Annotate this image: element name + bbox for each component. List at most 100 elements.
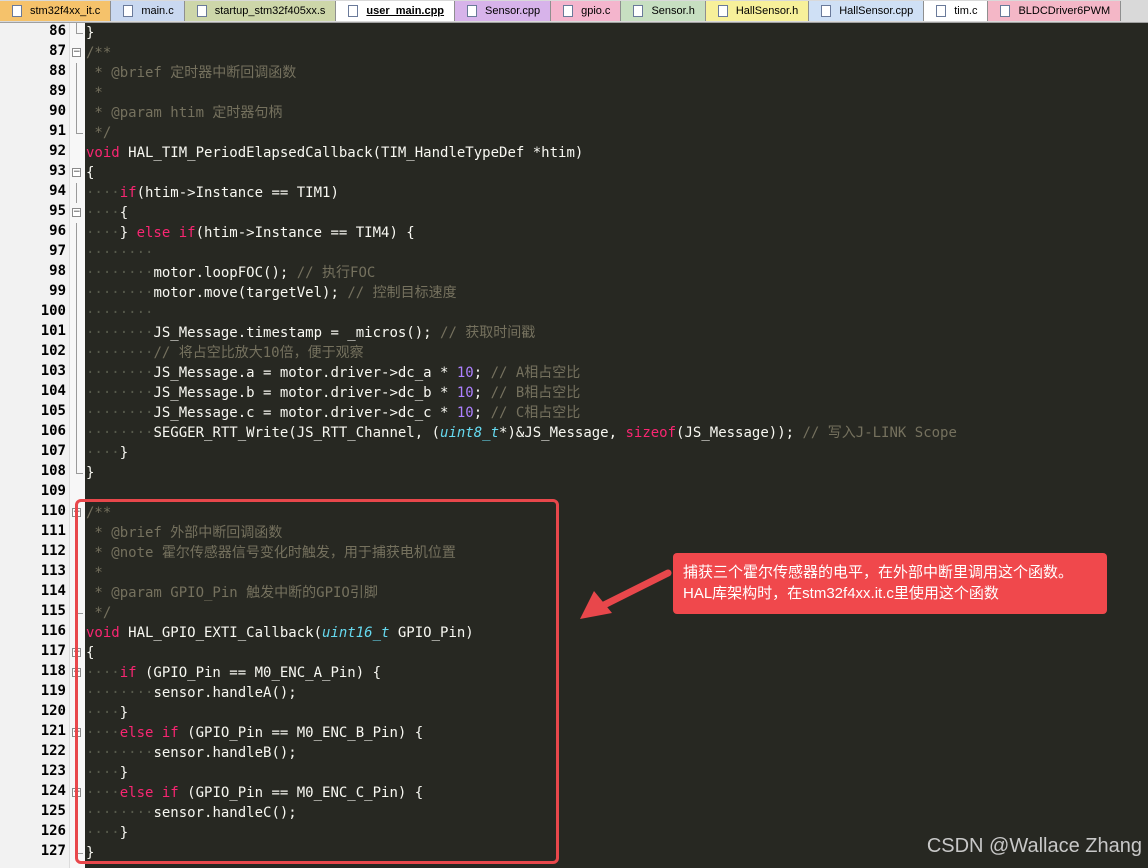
code-token: { [86,165,95,181]
tab-label: stm32f4xx_it.c [30,5,101,17]
code-text: void HAL_TIM_PeriodElapsedCallback(TIM_H… [86,143,583,163]
line-number: 103 [40,363,66,379]
line-number: 105 [40,403,66,419]
line-number: 126 [40,823,66,839]
line-number: 107 [40,443,66,459]
tab-label: HallSensor.cpp [839,5,914,17]
code-token: 10 [456,365,474,381]
fold-toggle-icon[interactable]: − [72,48,81,57]
code-token: ········ [86,405,154,421]
tab-label: tim.c [954,5,978,17]
fold-end-marker [76,23,83,34]
code-text: ········motor.loopFOC(); // 执行FOC [86,263,375,283]
code-token: ········ [86,385,154,401]
tab-user-main-cpp[interactable]: user_main.cpp [336,1,456,21]
code-token: // 控制目标速度 [347,285,457,301]
code-token: SEGGER_RTT_Write(JS_RTT_Channel, ( [153,425,441,441]
annotation-arrow-icon [580,569,672,619]
fold-guide [76,303,77,323]
code-token: * @param htim 定时器句柄 [86,105,283,121]
callout-line-2: HAL库架构时，在stm32f4xx.it.c里使用这个函数 [683,585,999,602]
code-token: 10 [456,405,474,421]
callout-line-1: 捕获三个霍尔传感器的电平，在外部中断里调用这个函数。 [683,564,1074,581]
code-token: ········ [86,425,154,441]
line-number: 104 [40,383,66,399]
tab-sensor-cpp[interactable]: Sensor.cpp [455,1,552,21]
tab-hallsensor-cpp[interactable]: HallSensor.cpp [809,1,925,21]
fold-guide [76,223,77,243]
code-token: ········ [86,345,154,361]
code-token: * @brief 定时器中断回调函数 [86,65,297,81]
code-token: // 执行FOC [296,265,376,281]
code-text: ········JS_Message.c = motor.driver->dc_… [86,403,580,423]
fold-toggle-icon[interactable]: − [72,168,81,177]
line-number: 94 [49,183,66,199]
code-token: ; [473,365,491,381]
code-line: 95− ····{ [0,203,1148,223]
code-text: ····} [86,443,128,463]
code-line: 91 */ [0,123,1148,143]
code-token: ········ [86,365,154,381]
file-icon [12,5,22,17]
code-line: 98 ········motor.loopFOC(); // 执行FOC [0,263,1148,283]
tab-sensor-h[interactable]: Sensor.h [621,1,706,21]
code-token: ········ [86,245,154,261]
code-line: 105 ········JS_Message.c = motor.driver->… [0,403,1148,423]
code-token: ; [473,385,491,401]
file-icon [633,5,644,17]
tab-label: main.c [141,5,174,17]
tab-bldcdriver6pwm[interactable]: BLDCDriver6PWM [988,1,1122,21]
code-text: ········// 将占空比放大10倍，便于观察 [86,343,364,363]
code-token: motor.move(targetVel); [153,285,348,301]
line-number: 119 [40,683,66,699]
line-number: 117 [40,643,66,659]
tab-stm32f4xx-it-c[interactable]: stm32f4xx_it.c [0,1,112,21]
code-token: else if [136,225,196,241]
code-text: ····} else if(htim->Instance == TIM4) { [86,223,415,243]
code-text: { [86,163,94,183]
code-line: 92 void HAL_TIM_PeriodElapsedCallback(TIM… [0,143,1148,163]
code-token: HAL_TIM_PeriodElapsedCallback(TIM_Handle… [119,145,584,161]
code-line: 90 * @param htim 定时器句柄 [0,103,1148,123]
code-text: } [86,463,94,483]
line-number: 112 [40,543,66,559]
line-number: 86 [49,23,66,39]
line-number: 110 [40,503,66,519]
code-text: ········JS_Message.a = motor.driver->dc_… [86,363,580,383]
code-token: * [86,85,103,101]
code-token: } [119,445,129,461]
fold-guide [76,103,77,123]
tab-main-c[interactable]: main.c [111,1,185,21]
tab-tim-c[interactable]: tim.c [924,1,989,21]
code-token: /** [86,45,112,61]
code-token: JS_Message.timestamp = _micros(); [153,325,441,341]
code-line: 107 ····} [0,443,1148,463]
fold-guide [76,83,77,103]
tab-startup-stm32f405xx-s[interactable]: startup_stm32f405xx.s [184,1,337,21]
code-token: // A相占空比 [490,365,581,381]
code-line: 93−{ [0,163,1148,183]
code-text: */ [86,123,111,143]
file-icon [123,5,134,17]
code-line: 108} [0,463,1148,483]
line-number: 92 [49,143,66,159]
line-number: 89 [49,83,66,99]
tab-gpio-c[interactable]: gpio.c [551,1,622,21]
code-token: */ [86,125,112,141]
code-text: * [86,83,103,103]
code-token: *)&JS_Message, [499,425,626,441]
line-number: 88 [49,63,66,79]
code-text: ········motor.move(targetVel); // 控制目标速度 [86,283,457,303]
file-icon [563,5,574,17]
line-number: 120 [40,703,66,719]
line-number: 91 [49,123,66,139]
code-token: JS_Message.b = motor.driver->dc_b * [153,385,457,401]
fold-guide [76,63,77,83]
line-number: 87 [49,43,66,59]
fold-toggle-icon[interactable]: − [72,208,81,217]
code-token: ········ [86,325,154,341]
code-token: // 写入J-LINK Scope [802,425,957,441]
tab-hallsensor-h[interactable]: HallSensor.h [705,1,810,21]
line-number: 109 [40,483,66,499]
code-line: 97 ········ [0,243,1148,263]
